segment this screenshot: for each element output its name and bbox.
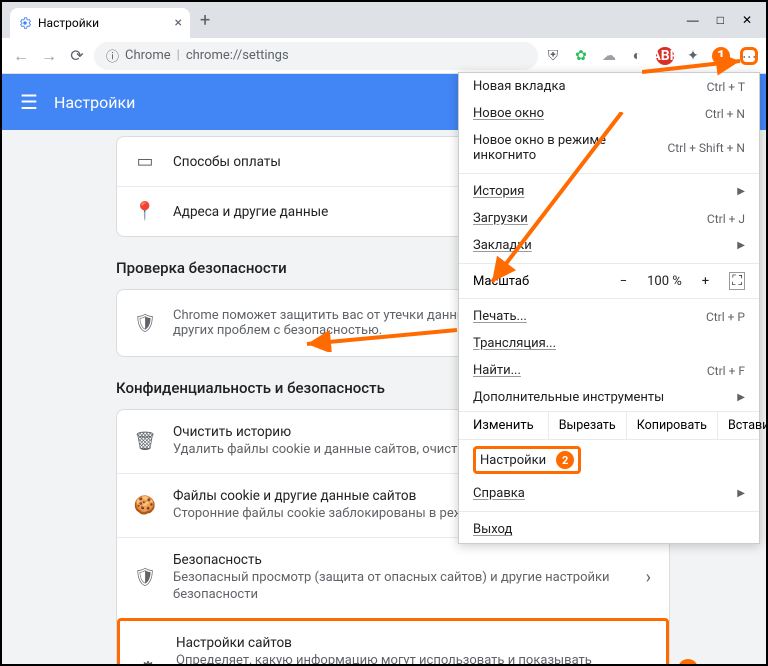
tab-title: Настройки bbox=[38, 16, 99, 30]
annotation-badge-2: 2 bbox=[556, 451, 574, 469]
menu-exit[interactable]: Выход bbox=[459, 516, 759, 543]
chrome-menu-button[interactable]: ⋮ bbox=[740, 47, 758, 65]
window-titlebar: Настройки × + — □ ✕ bbox=[2, 2, 766, 38]
cookie-icon: 🍪 bbox=[135, 495, 155, 515]
menu-new-window[interactable]: Новое окноCtrl + N bbox=[459, 100, 759, 127]
forward-button[interactable]: → bbox=[38, 45, 60, 67]
chevron-right-icon: › bbox=[643, 658, 648, 664]
chrome-menu: Новая вкладкаCtrl + T Новое окноCtrl + N… bbox=[458, 72, 760, 544]
reload-button[interactable]: ⟳ bbox=[66, 45, 88, 67]
menu-cast[interactable]: Трансляция... bbox=[459, 330, 759, 357]
fullscreen-button[interactable]: ⛶ bbox=[729, 272, 745, 290]
close-tab-icon[interactable]: × bbox=[175, 15, 182, 31]
menu-print[interactable]: Печать...Ctrl + P bbox=[459, 303, 759, 330]
menu-more-tools[interactable]: Дополнительные инструменты▶ bbox=[459, 384, 759, 411]
dark-ext-icon[interactable]: ◐ bbox=[628, 47, 646, 65]
trash-icon: 🗑 bbox=[135, 431, 155, 451]
zoom-value: 100 % bbox=[647, 274, 682, 289]
row-subtitle: Безопасный просмотр (защита от опасных с… bbox=[173, 570, 628, 604]
menu-downloads[interactable]: ЗагрузкиCtrl + J bbox=[459, 205, 759, 232]
pin-icon: 📍 bbox=[135, 202, 155, 222]
back-button[interactable]: ← bbox=[10, 45, 32, 67]
row-subtitle: Определяет, какую информацию могут испол… bbox=[176, 653, 625, 664]
omnibox[interactable]: ⓘ Chrome | chrome://settings bbox=[94, 42, 538, 70]
gear-icon bbox=[18, 16, 32, 30]
extensions-icon[interactable]: ✦ bbox=[684, 47, 702, 65]
zoom-out-button[interactable]: − bbox=[614, 274, 633, 289]
menu-find[interactable]: Найти...Ctrl + F bbox=[459, 357, 759, 384]
browser-toolbar: ← → ⟳ ⓘ Chrome | chrome://settings ⛨ ✿ ☁… bbox=[2, 38, 766, 74]
row-title: Безопасность bbox=[173, 552, 628, 568]
lock-icon: ⓘ bbox=[106, 46, 119, 65]
card-icon: ▭ bbox=[135, 152, 155, 172]
annotation-badge-3: 3 bbox=[678, 659, 698, 664]
menu-settings[interactable]: Настройки 2 bbox=[459, 440, 759, 480]
window-maximize[interactable]: □ bbox=[717, 13, 724, 27]
menu-help[interactable]: Справка▶ bbox=[459, 480, 759, 507]
shield-check-icon: 🛡 bbox=[135, 313, 155, 333]
evernote-ext-icon[interactable]: ✿ bbox=[572, 47, 590, 65]
abp-ext-icon[interactable]: ABP bbox=[656, 47, 674, 65]
menu-bookmarks[interactable]: Закладки▶ bbox=[459, 232, 759, 259]
row-title: Настройки сайтов bbox=[176, 635, 625, 651]
new-tab-button[interactable]: + bbox=[200, 10, 210, 31]
omnibox-scheme: Chrome bbox=[125, 48, 171, 63]
hamburger-icon[interactable]: ☰ bbox=[20, 90, 38, 114]
menu-copy[interactable]: Копировать bbox=[626, 412, 717, 439]
settings-title: Настройки bbox=[54, 93, 135, 112]
window-minimize[interactable]: — bbox=[687, 13, 699, 27]
window-close[interactable]: ✕ bbox=[742, 13, 752, 27]
omnibox-url: chrome://settings bbox=[186, 48, 289, 63]
menu-cut[interactable]: Вырезать bbox=[548, 412, 626, 439]
row-site-settings[interactable]: ⚙ Настройки сайтов Определяет, какую инф… bbox=[117, 618, 669, 664]
shield-icon: 🛡 bbox=[135, 568, 155, 588]
row-security[interactable]: 🛡 Безопасность Безопасный просмотр (защи… bbox=[117, 537, 669, 618]
pocket-ext-icon[interactable]: ⛨ bbox=[544, 47, 562, 65]
cloud-ext-icon[interactable]: ☁ bbox=[600, 47, 618, 65]
zoom-in-button[interactable]: + bbox=[696, 274, 715, 289]
menu-edit-row: Изменить Вырезать Копировать Вставить bbox=[459, 411, 759, 440]
menu-history[interactable]: История▶ bbox=[459, 178, 759, 205]
menu-new-tab[interactable]: Новая вкладкаCtrl + T bbox=[459, 73, 759, 100]
annotation-badge-1: 1 bbox=[712, 47, 730, 65]
menu-incognito[interactable]: Новое окно в режиме инкогнитоCtrl + Shif… bbox=[459, 127, 759, 169]
menu-zoom: Масштаб − 100 % + ⛶ bbox=[459, 268, 759, 294]
browser-tab[interactable]: Настройки × bbox=[10, 8, 190, 38]
sliders-icon: ⚙ bbox=[138, 659, 158, 664]
chevron-right-icon: › bbox=[646, 567, 651, 588]
menu-paste[interactable]: Вставить bbox=[717, 412, 768, 439]
